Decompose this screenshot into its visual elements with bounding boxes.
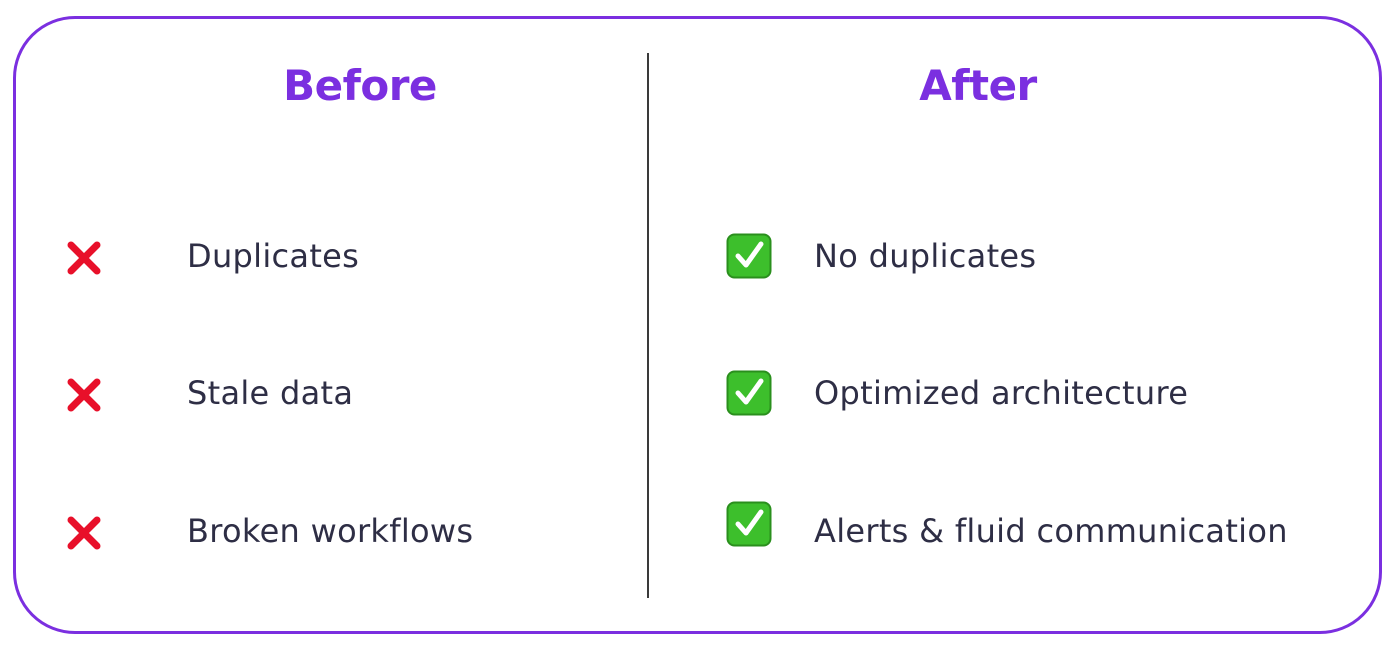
before-item-label: Broken workflows bbox=[187, 512, 474, 550]
after-item-label: Optimized architecture bbox=[814, 374, 1189, 412]
before-item-label: Duplicates bbox=[187, 237, 360, 275]
check-mark-box-icon bbox=[726, 233, 772, 279]
before-title: Before bbox=[283, 61, 437, 110]
column-divider bbox=[647, 53, 649, 598]
after-item-label: No duplicates bbox=[814, 237, 1037, 275]
after-item-label: Alerts & fluid communication bbox=[814, 512, 1288, 550]
after-item-optimized-architecture: Optimized architecture bbox=[714, 365, 1374, 421]
check-mark-box-icon bbox=[726, 370, 772, 416]
after-item-alerts-communication: Alerts & fluid communication bbox=[714, 501, 1374, 559]
cross-mark-icon bbox=[67, 378, 101, 412]
before-item-label: Stale data bbox=[187, 374, 354, 412]
before-item-broken-workflows: Broken workflows bbox=[64, 503, 624, 559]
cross-mark-icon bbox=[67, 241, 101, 275]
before-item-stale-data: Stale data bbox=[64, 365, 624, 421]
after-title: After bbox=[919, 61, 1037, 110]
cross-mark-icon bbox=[67, 516, 101, 550]
after-item-no-duplicates: No duplicates bbox=[714, 228, 1374, 284]
check-mark-box-icon bbox=[726, 501, 772, 547]
before-item-duplicates: Duplicates bbox=[64, 228, 624, 284]
